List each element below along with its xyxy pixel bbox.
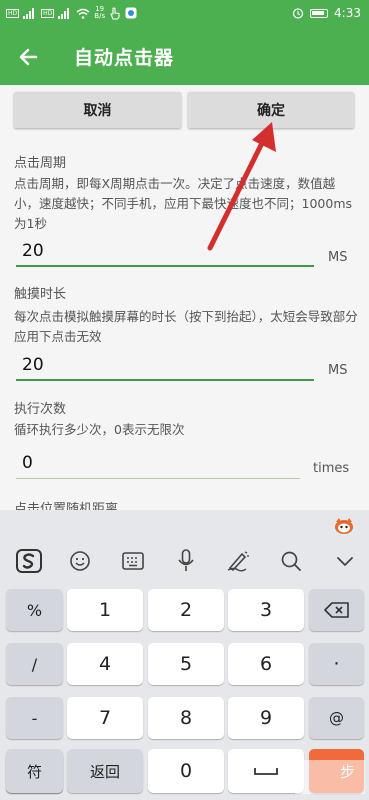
- status-bar: HD HD 19 B/s 4:33: [0, 0, 369, 28]
- symbols-key[interactable]: 符: [6, 749, 63, 793]
- backspace-icon: [323, 602, 349, 618]
- signal-icon: [23, 7, 37, 19]
- key-dot[interactable]: ·: [309, 643, 364, 685]
- key-0[interactable]: 0: [148, 749, 224, 793]
- key-at[interactable]: @: [309, 697, 364, 739]
- keyboard-top-strip: [0, 510, 369, 538]
- key-1[interactable]: 1: [67, 589, 143, 631]
- key-percent[interactable]: %: [6, 589, 63, 631]
- hd-badge-1: HD: [6, 8, 20, 18]
- wifi-icon: [76, 8, 90, 19]
- key-2[interactable]: 2: [148, 589, 224, 631]
- key-4[interactable]: 4: [67, 643, 143, 685]
- keyboard-toolbar: [0, 538, 369, 584]
- alarm-icon: [292, 8, 304, 19]
- key-slash[interactable]: /: [6, 643, 63, 685]
- touch-duration-input[interactable]: [16, 351, 314, 379]
- key-minus[interactable]: -: [6, 697, 63, 739]
- backspace-key[interactable]: [309, 589, 364, 631]
- key-8[interactable]: 8: [148, 697, 224, 739]
- sogou-logo-icon[interactable]: [16, 548, 42, 574]
- watermark-overlay: [295, 760, 365, 794]
- click-period-title: 点击周期: [14, 156, 67, 171]
- microphone-icon[interactable]: [173, 548, 199, 574]
- settings-content[interactable]: 取消 确定 点击周期 点击周期，即每X周期点击一次。决定了点击速度，数值越小，速…: [0, 85, 369, 510]
- repeat-count-title: 执行次数: [14, 402, 67, 417]
- repeat-count-field[interactable]: [16, 449, 300, 479]
- cancel-button[interactable]: 取消: [14, 92, 181, 128]
- click-period-unit: MS: [328, 250, 348, 265]
- search-icon[interactable]: [278, 548, 304, 574]
- net-speed: 19 B/s: [94, 6, 105, 20]
- confirm-button[interactable]: 确定: [188, 92, 354, 128]
- back-arrow-icon[interactable]: [14, 42, 44, 72]
- space-icon: [254, 768, 278, 775]
- key-7[interactable]: 7: [67, 697, 143, 739]
- click-period-input[interactable]: [16, 237, 314, 265]
- handwriting-icon[interactable]: [225, 548, 251, 574]
- repeat-count-unit: times: [313, 461, 350, 476]
- collapse-keyboard-icon[interactable]: [332, 548, 358, 574]
- hd-badge-2: HD: [41, 8, 55, 18]
- hand-pointer-icon: [110, 6, 120, 20]
- clock: 4:33: [334, 6, 361, 20]
- repeat-count-desc: 循环执行多少次，0表示无限次: [14, 422, 185, 437]
- status-left: HD HD 19 B/s: [6, 6, 137, 20]
- repeat-count-input[interactable]: [16, 449, 300, 477]
- app-notification-icon: [125, 7, 137, 19]
- touch-duration-title: 触摸时长: [14, 287, 67, 302]
- random-distance-title: 点击位置随机距离: [14, 502, 119, 510]
- key-6[interactable]: 6: [228, 643, 304, 685]
- key-9[interactable]: 9: [228, 697, 304, 739]
- touch-duration-field[interactable]: [16, 351, 314, 381]
- keyboard-layout-icon[interactable]: [120, 548, 146, 574]
- app-bar: 自动点击器: [0, 28, 369, 85]
- touch-duration-desc: 每次点击模拟触摸屏幕的时长（按下到抬起），太短会导致部分应用下点击无效: [14, 309, 358, 344]
- soft-keyboard: % / - + 1 2 3 4 5 6 7 8 9 · @ 符 返回 0 步: [0, 510, 369, 800]
- net-speed-unit: B/s: [94, 12, 106, 20]
- signal-icon-2: [58, 7, 72, 19]
- status-right: 4:33: [292, 6, 361, 20]
- keyboard-mascot-icon[interactable]: [333, 516, 355, 534]
- page-title: 自动点击器: [74, 47, 175, 69]
- space-key[interactable]: [228, 749, 304, 793]
- back-key[interactable]: 返回: [67, 749, 143, 793]
- click-period-desc: 点击周期，即每X周期点击一次。决定了点击速度，数值越小，速度越快；不同手机，应用…: [14, 176, 353, 231]
- emoji-icon[interactable]: [67, 548, 93, 574]
- key-5[interactable]: 5: [148, 643, 224, 685]
- key-3[interactable]: 3: [228, 589, 304, 631]
- battery-icon: [310, 8, 329, 18]
- touch-duration-unit: MS: [328, 363, 348, 378]
- click-period-field[interactable]: [16, 237, 314, 267]
